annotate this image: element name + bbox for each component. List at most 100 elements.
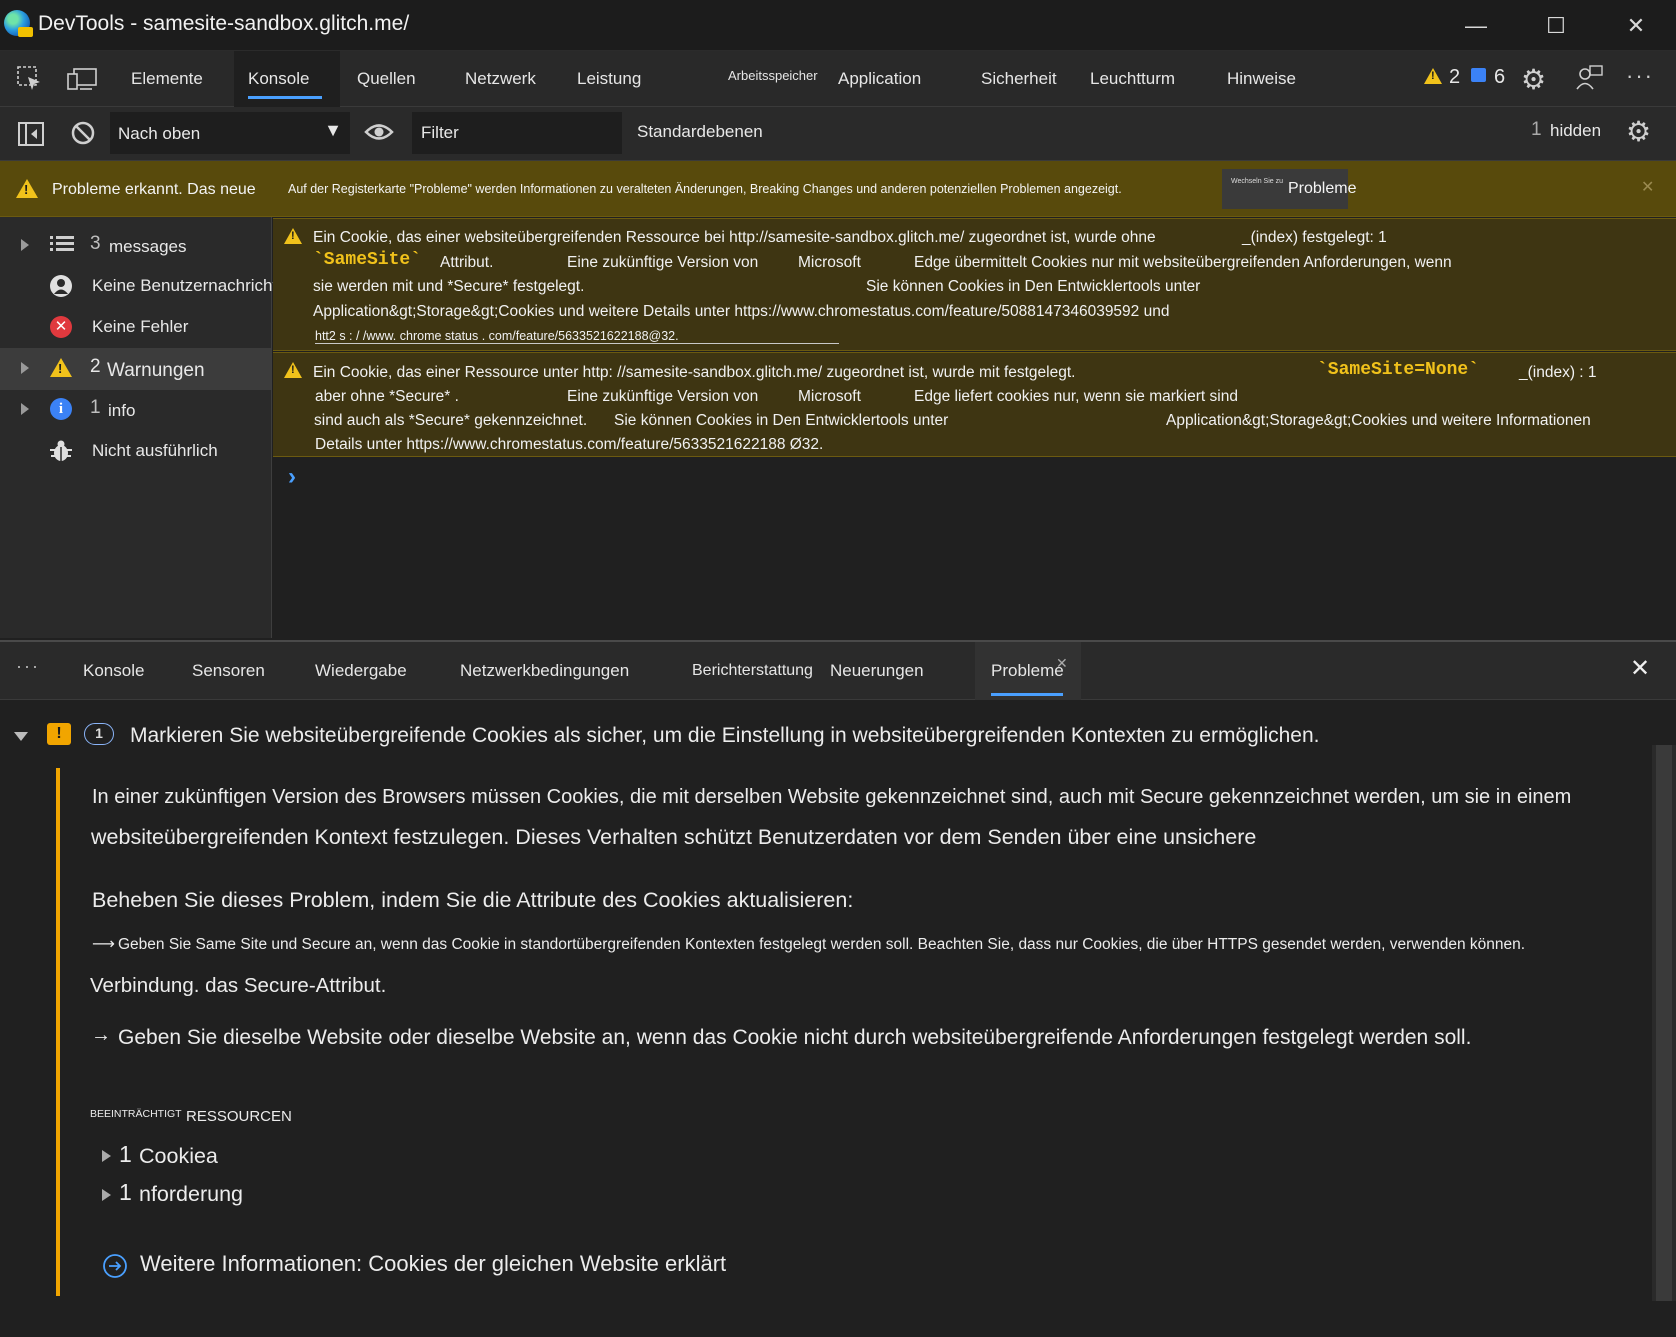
sidebar-item-messages[interactable]: 3 messages: [0, 225, 271, 267]
message-text: sind auch als *Secure* gekennzeichnet.: [314, 412, 588, 429]
sidebar-item-info[interactable]: i 1 info: [0, 389, 271, 431]
resource-count: 1: [119, 1179, 132, 1205]
expand-arrow-icon[interactable]: [21, 362, 29, 374]
drawer-more-icon[interactable]: ···: [16, 656, 40, 677]
expand-arrow-icon[interactable]: [102, 1150, 111, 1162]
collapse-issue-icon[interactable]: [14, 732, 28, 741]
message-source-link[interactable]: _(index) festgelegt: 1: [1242, 229, 1387, 247]
close-tab-icon[interactable]: ✕: [1056, 634, 1068, 692]
maximize-button[interactable]: ☐: [1516, 0, 1596, 51]
resource-label[interactable]: nforderung: [139, 1182, 243, 1207]
resource-count: 1: [119, 1141, 132, 1167]
banner-title: Probleme erkannt. Das neue: [52, 181, 256, 198]
title-bar: DevTools - samesite-sandbox.glitch.me/ —…: [0, 0, 1676, 51]
learn-more-link[interactable]: Weitere Informationen: Cookies der gleic…: [140, 1251, 726, 1277]
live-expression-eye-icon[interactable]: [364, 119, 394, 150]
close-window-button[interactable]: ✕: [1596, 0, 1676, 51]
sidebar-item-label: Nicht ausführlich: [92, 441, 218, 460]
message-text: Attribut.: [440, 254, 494, 271]
tab-netzwerk[interactable]: Netzwerk: [465, 51, 536, 107]
tab-sicherheit[interactable]: Sicherheit: [981, 51, 1057, 107]
inspect-element-icon[interactable]: [16, 65, 44, 98]
console-settings-gear-icon[interactable]: ⚙: [1626, 115, 1651, 148]
console-toolbar: Nach oben ▼ Standardebenen 1 hidden ⚙: [0, 107, 1676, 161]
drawer-tab-berichterstattung[interactable]: Berichterstattung: [692, 642, 813, 700]
issues-pane: ! 1 Markieren Sie websiteübergreifende C…: [0, 700, 1676, 1337]
issues-scrollbar[interactable]: [1652, 745, 1676, 1301]
settings-gear-icon[interactable]: ⚙: [1521, 63, 1546, 96]
drawer-tab-netzwerkbedingungen[interactable]: Netzwerkbedingungen: [460, 642, 629, 700]
issue-title[interactable]: Markieren Sie websiteübergreifende Cooki…: [130, 724, 1320, 748]
hidden-count: 1: [1531, 119, 1542, 140]
tab-arbeitsspeicher[interactable]: Arbeitsspeicher: [728, 51, 818, 107]
tab-application[interactable]: Application: [838, 51, 921, 107]
warning-icon: [50, 358, 72, 377]
affected-resources-label: RESSOURCEN: [186, 1108, 292, 1125]
minimize-button[interactable]: —: [1436, 0, 1516, 51]
tab-quellen[interactable]: Quellen: [357, 51, 416, 107]
issue-count-badge: 1: [84, 723, 114, 745]
message-text: Sie können Cookies in Den Entwicklertool…: [866, 278, 1201, 295]
tab-elemente[interactable]: Elemente: [131, 51, 203, 107]
toggle-sidebar-icon[interactable]: [17, 121, 45, 152]
drawer-tab-konsole[interactable]: Konsole: [83, 642, 144, 700]
learn-more-arrow-icon: [102, 1253, 128, 1284]
message-text: aber ohne *Secure* .: [315, 388, 459, 405]
resource-label[interactable]: Cookiea: [139, 1144, 218, 1169]
message-count[interactable]: 6: [1494, 66, 1505, 89]
message-code: `SameSite=None`: [1317, 360, 1480, 380]
drawer-tab-probleme[interactable]: Probleme ✕: [975, 642, 1081, 700]
message-text: Application&gt;Storage&gt;Cookies und we…: [313, 303, 1170, 320]
expand-arrow-icon[interactable]: [21, 403, 29, 415]
sidebar-item-label: Keine Benutzernachrichten: [92, 276, 297, 295]
console-sidebar: 3 messages Keine Benutzernachrichten ✕ K…: [0, 217, 296, 638]
sidebar-item-verbose[interactable]: Nicht ausführlich: [0, 431, 271, 473]
tab-hinweise[interactable]: Hinweise: [1227, 51, 1296, 107]
sidebar-item-errors[interactable]: ✕ Keine Fehler: [0, 307, 271, 349]
scrollbar-thumb[interactable]: [1656, 745, 1672, 1301]
drawer-tab-sensoren[interactable]: Sensoren: [192, 642, 265, 700]
close-drawer-icon[interactable]: ✕: [1630, 654, 1650, 683]
issue-description-line: websiteübergreifenden Kontext festzulege…: [91, 825, 1257, 849]
warning-count[interactable]: 2: [1449, 66, 1460, 89]
message-text: Edge liefert cookies nur, wenn sie marki…: [914, 388, 1238, 405]
log-levels-dropdown[interactable]: Standardebenen: [637, 122, 763, 142]
drawer-tab-bar: ··· Konsole Sensoren Wiedergabe Netzwerk…: [0, 640, 1676, 700]
message-count-icon[interactable]: [1471, 68, 1486, 82]
affected-small-label: BEEINTRÄCHTIGT: [90, 1108, 182, 1120]
sidebar-item-warnings[interactable]: 2 Warnungen: [0, 348, 271, 390]
issue-warning-icon: !: [47, 723, 71, 745]
tab-konsole[interactable]: Konsole: [234, 51, 340, 107]
console-prompt[interactable]: ›: [288, 463, 296, 491]
go-to-issues-button[interactable]: Wechseln Sie zu Probleme: [1222, 169, 1356, 209]
drawer-tab-wiedergabe[interactable]: Wiedergabe: [315, 642, 407, 700]
clear-console-icon[interactable]: [69, 119, 97, 152]
edge-devtools-logo-icon: [4, 10, 33, 37]
message-link[interactable]: htt2 s : / /www. chrome status . com/fea…: [315, 329, 839, 344]
message-text: Eine zukünftige Version von: [567, 388, 759, 405]
context-select[interactable]: Nach oben ▼: [110, 112, 350, 154]
banner-close-icon[interactable]: ✕: [1641, 177, 1654, 197]
device-emulation-icon[interactable]: [66, 65, 98, 98]
drawer-tab-neuerungen[interactable]: Neuerungen: [830, 642, 924, 700]
issues-banner: Probleme erkannt. Das neue Auf der Regis…: [0, 161, 1676, 217]
message-text: Ein Cookie, das einer Ressource unter ht…: [313, 364, 1076, 381]
warning-count-icon[interactable]: [1424, 68, 1442, 84]
filter-input[interactable]: [412, 112, 622, 154]
message-text: Details unter https://www.chromestatus.c…: [315, 436, 824, 453]
console-warning-message[interactable]: Ein Cookie, das einer websiteübergreifen…: [273, 218, 1676, 351]
sidebar-item-user-messages[interactable]: Keine Benutzernachrichten: [0, 266, 296, 308]
error-icon: ✕: [50, 316, 72, 338]
console-warning-message[interactable]: Ein Cookie, das einer Ressource unter ht…: [273, 352, 1676, 457]
feedback-icon[interactable]: [1574, 63, 1604, 98]
hidden-label: hidden: [1550, 121, 1602, 140]
expand-arrow-icon[interactable]: [102, 1189, 111, 1201]
message-source-link[interactable]: _(index) : 1: [1519, 364, 1597, 382]
tab-leuchtturm[interactable]: Leuchtturm: [1090, 51, 1175, 107]
more-options-icon[interactable]: ···: [1626, 63, 1654, 89]
banner-text: Auf der Registerkarte "Probleme" werden …: [288, 182, 1122, 196]
expand-arrow-icon[interactable]: [21, 239, 29, 251]
go-to-issues-label: Probleme: [1288, 180, 1357, 197]
drawer-tab-probleme-label: Probleme: [991, 661, 1064, 680]
tab-leistung[interactable]: Leistung: [577, 51, 641, 107]
